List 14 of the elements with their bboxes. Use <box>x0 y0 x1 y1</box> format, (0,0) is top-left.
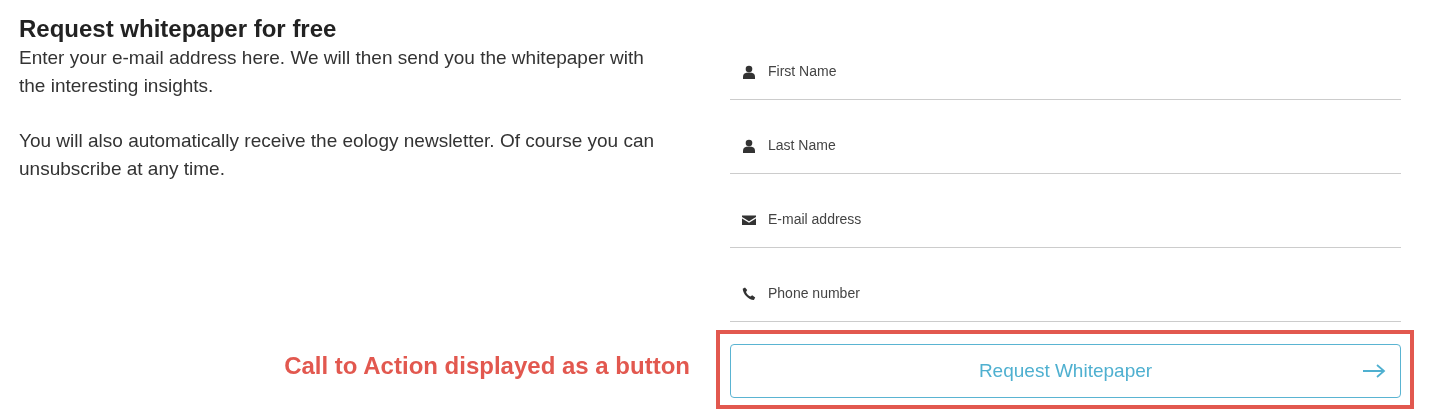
phone-field[interactable]: Phone number <box>768 283 1401 304</box>
annotation-label: Call to Action displayed as a button <box>284 350 690 381</box>
phone-icon <box>742 287 756 301</box>
arrow-icon <box>1362 364 1386 378</box>
description-text: Enter your e-mail address here. We will then send you the whitepaper with the interesting insights. <box>19 46 645 98</box>
form-title: Request whitepaper for free <box>19 14 338 44</box>
person-icon <box>742 65 756 79</box>
name-field[interactable]: Last Name <box>768 135 1401 156</box>
request-whitepaper-button[interactable]: Request Whitepaper <box>730 344 1401 398</box>
email-field[interactable]: E-mail address <box>768 209 1401 230</box>
name-field[interactable]: First Name <box>768 61 1401 82</box>
person-icon <box>742 139 756 153</box>
description-text: You will also automatically receive the eology newsletter. Of course you can unsubscribe at any time. <box>19 129 656 181</box>
envelope-icon <box>742 213 756 227</box>
